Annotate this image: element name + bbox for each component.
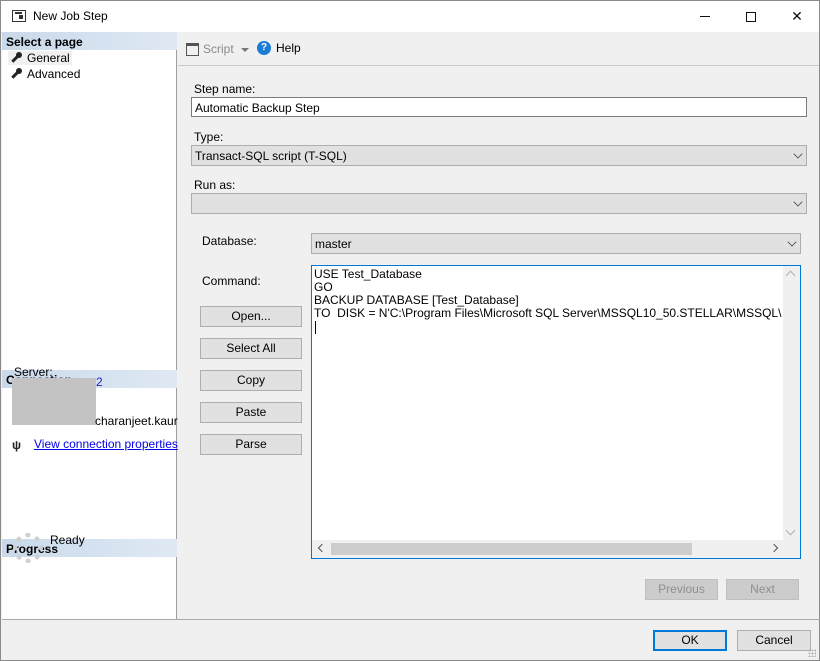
script-label: Script xyxy=(203,42,234,56)
copy-button[interactable]: Copy xyxy=(200,370,302,391)
left-pane: Select a page General Advanced Connectio… xyxy=(2,32,177,619)
next-button[interactable]: Next xyxy=(726,579,799,600)
horizontal-scrollbar[interactable] xyxy=(312,540,784,558)
chevron-down-icon xyxy=(793,149,803,159)
wrench-icon xyxy=(10,68,22,80)
wrench-icon xyxy=(10,52,22,64)
select-page-header: Select a page xyxy=(2,32,177,50)
vertical-scrollbar[interactable] xyxy=(783,266,800,540)
view-connection-properties-link[interactable]: View connection properties xyxy=(34,437,178,451)
help-label: Help xyxy=(276,41,301,55)
page-general[interactable]: General xyxy=(8,51,72,65)
minimize-icon xyxy=(700,16,710,17)
chevron-down-icon xyxy=(793,197,803,207)
help-button[interactable]: ? Help xyxy=(257,41,301,55)
scroll-right-icon[interactable] xyxy=(769,543,779,553)
resize-grip-icon[interactable] xyxy=(808,649,816,657)
maximize-button[interactable] xyxy=(728,1,774,32)
server-value: 2 xyxy=(96,375,103,389)
step-name-label: Step name: xyxy=(194,82,256,96)
new-job-step-dialog: New Job Step ✕ Select a page General Adv… xyxy=(0,0,820,661)
page-advanced-label: Advanced xyxy=(27,67,81,81)
user-value: charanjeet.kaur xyxy=(95,414,178,428)
page-general-label: General xyxy=(27,51,70,65)
scroll-up-icon[interactable] xyxy=(785,270,796,281)
database-label: Database: xyxy=(202,234,257,248)
scroll-down-icon[interactable] xyxy=(785,525,796,536)
database-select[interactable]: master xyxy=(311,233,801,254)
text-caret xyxy=(315,321,316,334)
type-value: Transact-SQL script (T-SQL) xyxy=(195,149,347,163)
toolbar: Script ? Help xyxy=(178,32,819,66)
maximize-icon xyxy=(746,11,756,22)
parse-button[interactable]: Parse xyxy=(200,434,302,455)
run-as-label: Run as: xyxy=(194,178,236,192)
footer-divider xyxy=(2,619,820,620)
select-all-button[interactable]: Select All xyxy=(200,338,302,359)
script-dropdown-icon[interactable] xyxy=(241,48,249,52)
help-icon: ? xyxy=(257,41,271,55)
spinner-icon xyxy=(13,533,43,563)
type-select[interactable]: Transact-SQL script (T-SQL) xyxy=(191,145,807,166)
database-value: master xyxy=(315,237,352,251)
window-title: New Job Step xyxy=(33,9,108,23)
server-label: Server: xyxy=(14,365,53,379)
minimize-button[interactable] xyxy=(682,1,728,32)
previous-button[interactable]: Previous xyxy=(645,579,718,600)
scrollbar-corner xyxy=(783,540,800,558)
page-advanced[interactable]: Advanced xyxy=(8,67,82,81)
command-label: Command: xyxy=(202,274,261,288)
run-as-select[interactable] xyxy=(191,193,807,214)
paste-button[interactable]: Paste xyxy=(200,402,302,423)
script-icon xyxy=(186,42,199,56)
close-button[interactable]: ✕ xyxy=(774,1,820,32)
type-label: Type: xyxy=(194,130,224,144)
open-button[interactable]: Open... xyxy=(200,306,302,327)
plug-icon: ψ xyxy=(12,438,22,452)
scroll-left-icon[interactable] xyxy=(317,543,327,553)
close-icon: ✕ xyxy=(791,8,803,24)
progress-status: Ready xyxy=(50,533,85,547)
step-name-input[interactable]: Automatic Backup Step xyxy=(191,97,807,117)
command-editor[interactable]: USE Test_Database GO BACKUP DATABASE [Te… xyxy=(311,265,801,559)
ok-button[interactable]: OK xyxy=(653,630,727,651)
chevron-down-icon xyxy=(787,237,797,247)
cancel-button[interactable]: Cancel xyxy=(737,630,811,651)
window-icon xyxy=(12,10,26,22)
title-bar: New Job Step ✕ xyxy=(1,1,819,32)
script-button[interactable]: Script xyxy=(186,42,234,56)
horizontal-scroll-thumb[interactable] xyxy=(331,543,692,555)
command-text[interactable]: USE Test_Database GO BACKUP DATABASE [Te… xyxy=(314,268,782,320)
redacted-region xyxy=(12,378,96,425)
